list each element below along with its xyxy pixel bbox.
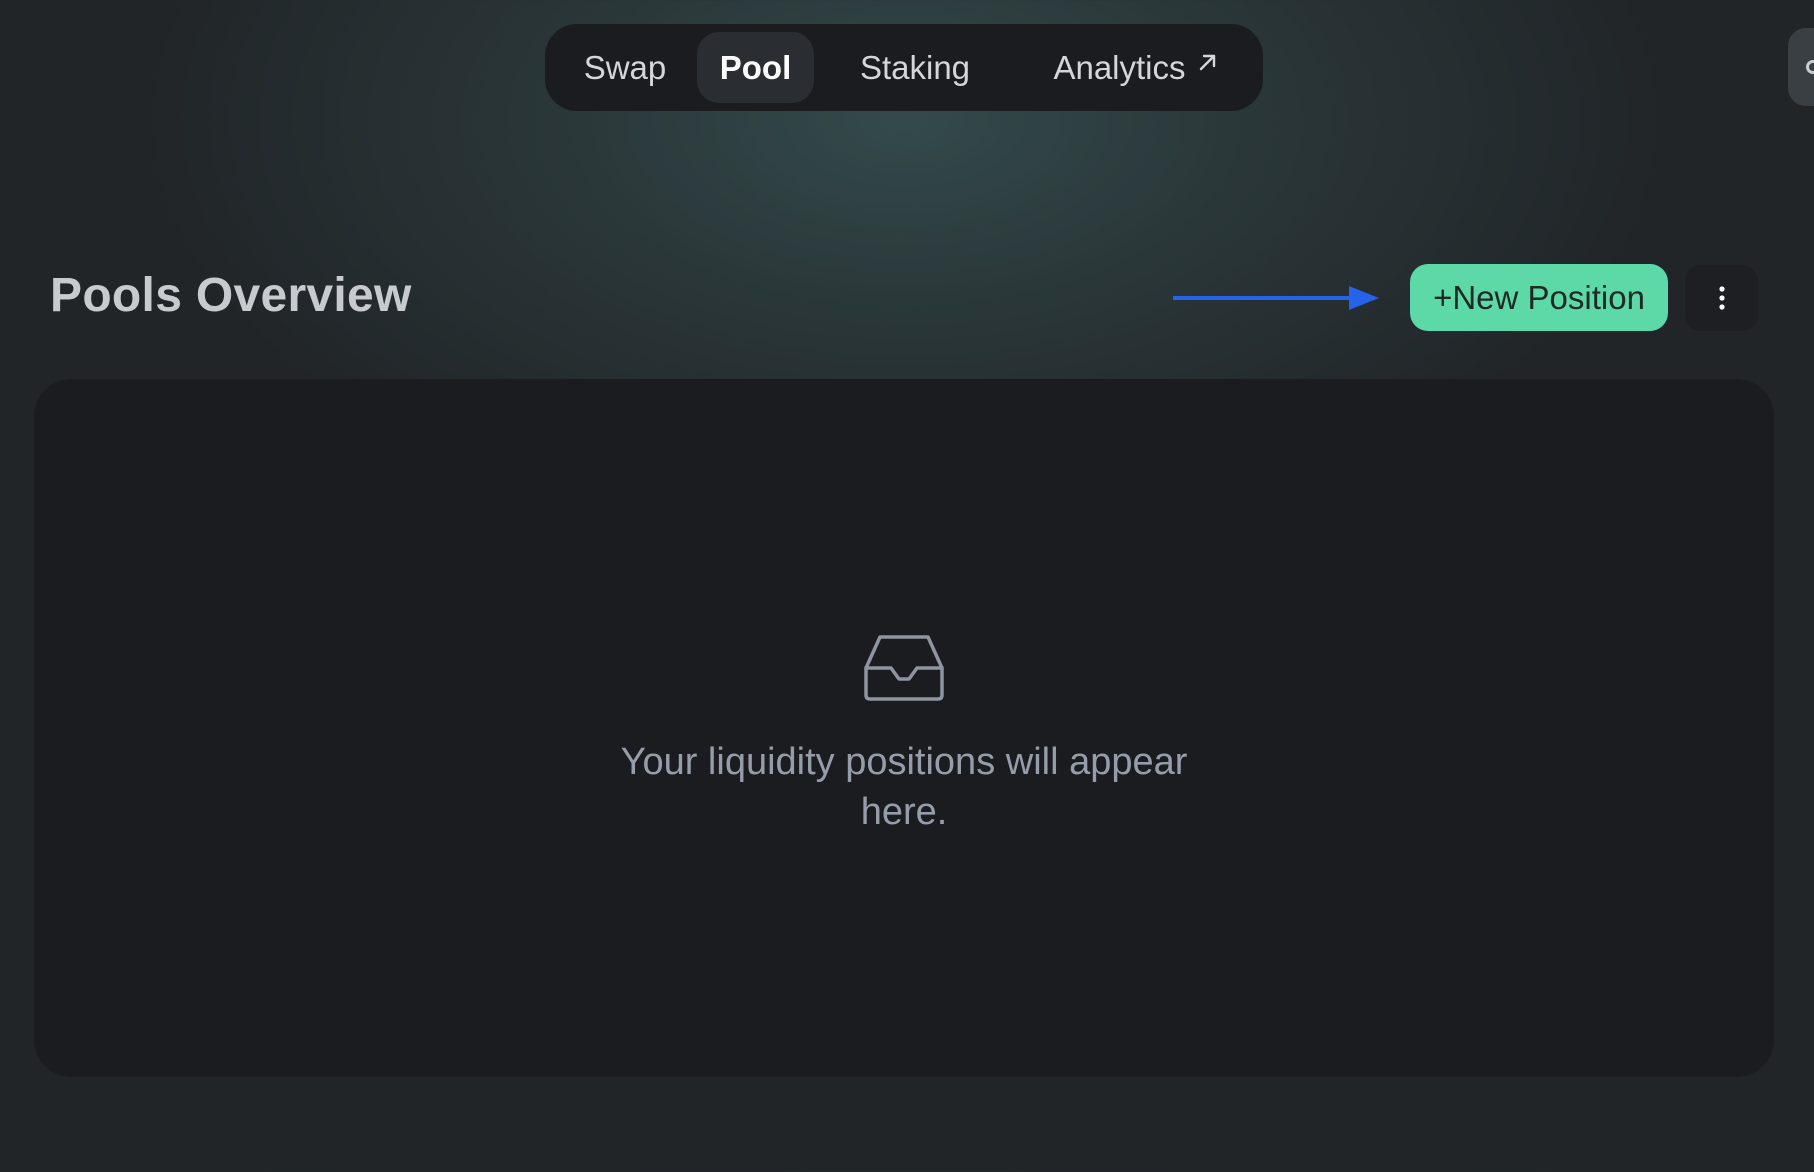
partial-icon	[1806, 60, 1814, 74]
external-link-icon	[1199, 54, 1215, 70]
empty-state-message: Your liquidity positions will appear her…	[620, 741, 1188, 833]
account-button-partial[interactable]	[1788, 28, 1814, 106]
page-title: Pools Overview	[50, 269, 412, 322]
positions-card	[34, 379, 1774, 1077]
tab-analytics-label: Analytics	[1053, 48, 1186, 86]
tab-pool[interactable]: Pool	[697, 32, 814, 103]
inbox-icon	[864, 635, 944, 701]
tab-swap-label: Swap	[583, 48, 667, 86]
tab-analytics[interactable]: Analytics	[1016, 32, 1255, 103]
top-nav: Swap Pool Staking Analytics	[545, 24, 1263, 111]
more-vertical-icon	[1718, 286, 1725, 310]
tab-staking[interactable]: Staking	[814, 32, 1016, 103]
annotation-arrow-icon	[1173, 286, 1379, 310]
more-options-button[interactable]	[1685, 265, 1758, 331]
tab-staking-label: Staking	[859, 48, 971, 86]
tab-swap[interactable]: Swap	[553, 32, 697, 103]
tab-pool-label: Pool	[719, 48, 792, 86]
new-position-button[interactable]: +New Position	[1410, 264, 1668, 331]
